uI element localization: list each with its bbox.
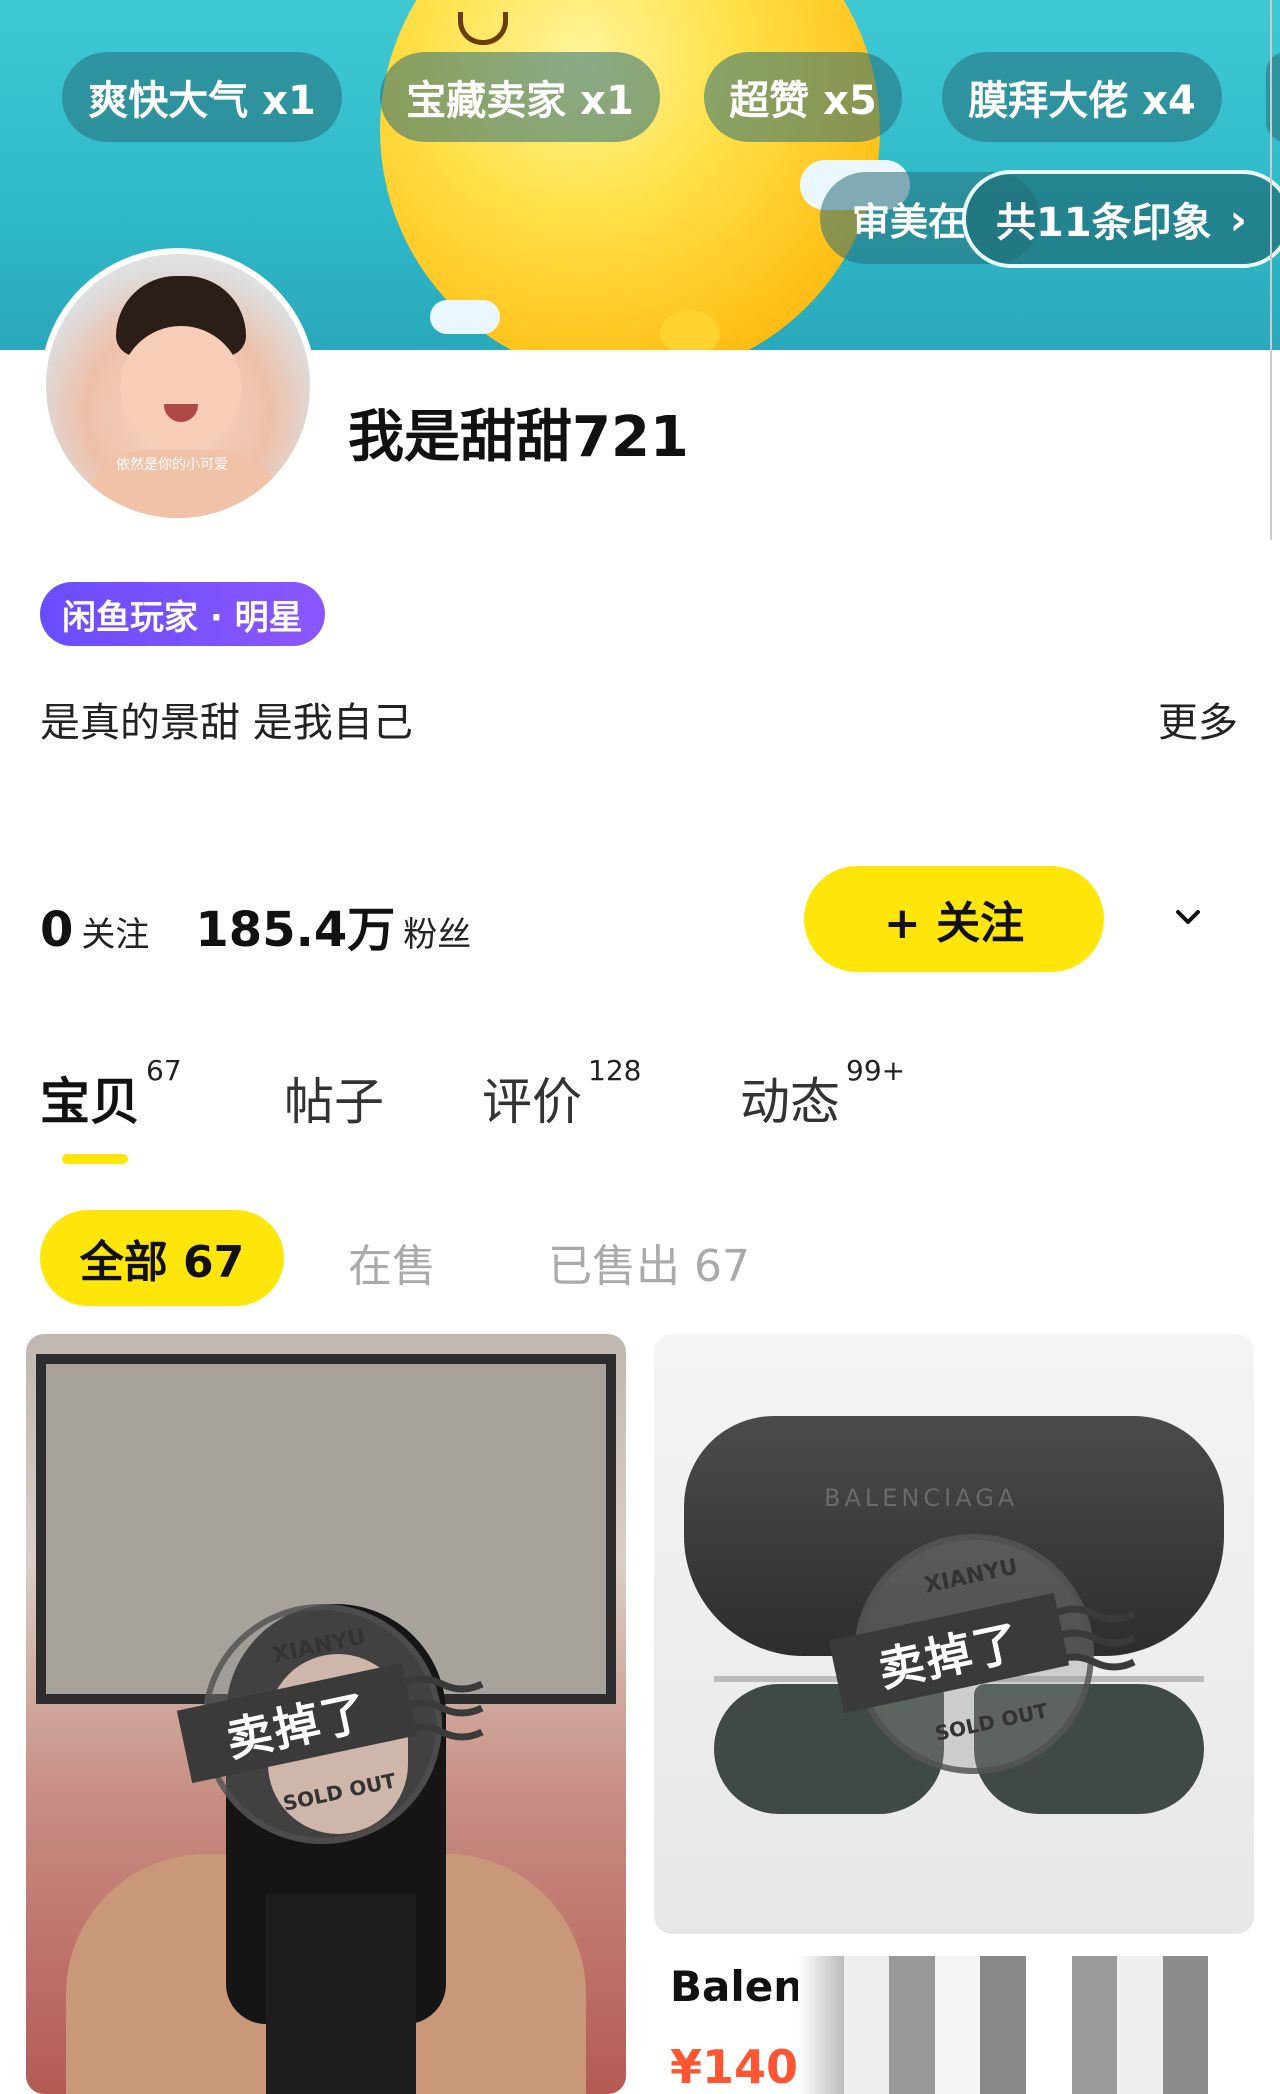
tab-count: 99+ (846, 1054, 906, 1087)
all-impressions-button[interactable]: 共11条印象 › (962, 170, 1280, 268)
tab-count: 67 (146, 1054, 182, 1087)
profile-bio: 是真的景甜 是我自己 (40, 700, 413, 746)
filter-all[interactable]: 全部 67 (40, 1210, 284, 1306)
avatar[interactable]: 依然是你的小可爱 (40, 248, 316, 524)
impression-tag[interactable]: 膜拜大佬 x4 (942, 52, 1222, 142)
avatar-caption: 依然是你的小可爱 (116, 457, 228, 473)
username: 我是甜甜721 (348, 405, 689, 470)
fans-count[interactable]: 185.4万 (195, 890, 395, 960)
fans-label[interactable]: 粉丝 (403, 907, 471, 956)
following-label[interactable]: 关注 (81, 907, 149, 956)
impression-tag[interactable]: 宝藏卖家 x1 (380, 52, 660, 142)
impressions-label: 共11条印象 (996, 200, 1212, 246)
product-card[interactable]: BALENCIAGA XIANYU 卖掉了 SOLD OUT Balen ¥14… (654, 1334, 1254, 2094)
product-title: Balen (670, 1962, 804, 2011)
active-tab-indicator (62, 1154, 128, 1164)
level-badge[interactable]: 闲鱼玩家 · 明星 (40, 582, 325, 646)
follow-button[interactable]: + 关注 (804, 866, 1104, 972)
tab-items[interactable]: 宝贝67 (40, 1054, 182, 1134)
more-button[interactable]: 更多 (1158, 690, 1238, 748)
tab-count: 128 (588, 1054, 642, 1087)
product-card[interactable]: XIANYU 卖掉了 SOLD OUT (26, 1334, 626, 2094)
chevron-down-icon[interactable] (1170, 900, 1206, 936)
cloud-decoration (430, 300, 500, 334)
impression-tag[interactable]: 爽快大气 x1 (62, 52, 342, 142)
chick-decoration (660, 310, 720, 350)
case-brand: BALENCIAGA (824, 1484, 1019, 1512)
tab-activity[interactable]: 动态99+ (740, 1054, 905, 1134)
following-count[interactable]: 0 (40, 902, 73, 958)
scrollbar[interactable] (1270, 0, 1280, 540)
tab-posts[interactable]: 帖子 (284, 1062, 384, 1134)
chevron-right-icon: › (1229, 194, 1247, 244)
sold-out-stamp: XIANYU 卖掉了 SOLD OUT (176, 1604, 484, 1844)
filter-on-sale[interactable]: 在售 (348, 1230, 436, 1294)
follow-stats: 0 关注 185.4万 粉丝 (40, 890, 471, 960)
mosaic-redaction (798, 1956, 1254, 2094)
filter-sold[interactable]: 已售出 67 (548, 1230, 750, 1294)
sold-out-stamp: XIANYU 卖掉了 SOLD OUT (828, 1534, 1136, 1774)
impression-tag[interactable]: 超赞 x5 (704, 52, 902, 142)
tab-reviews[interactable]: 评价128 (482, 1054, 641, 1134)
product-price: ¥140 (670, 2040, 799, 2094)
